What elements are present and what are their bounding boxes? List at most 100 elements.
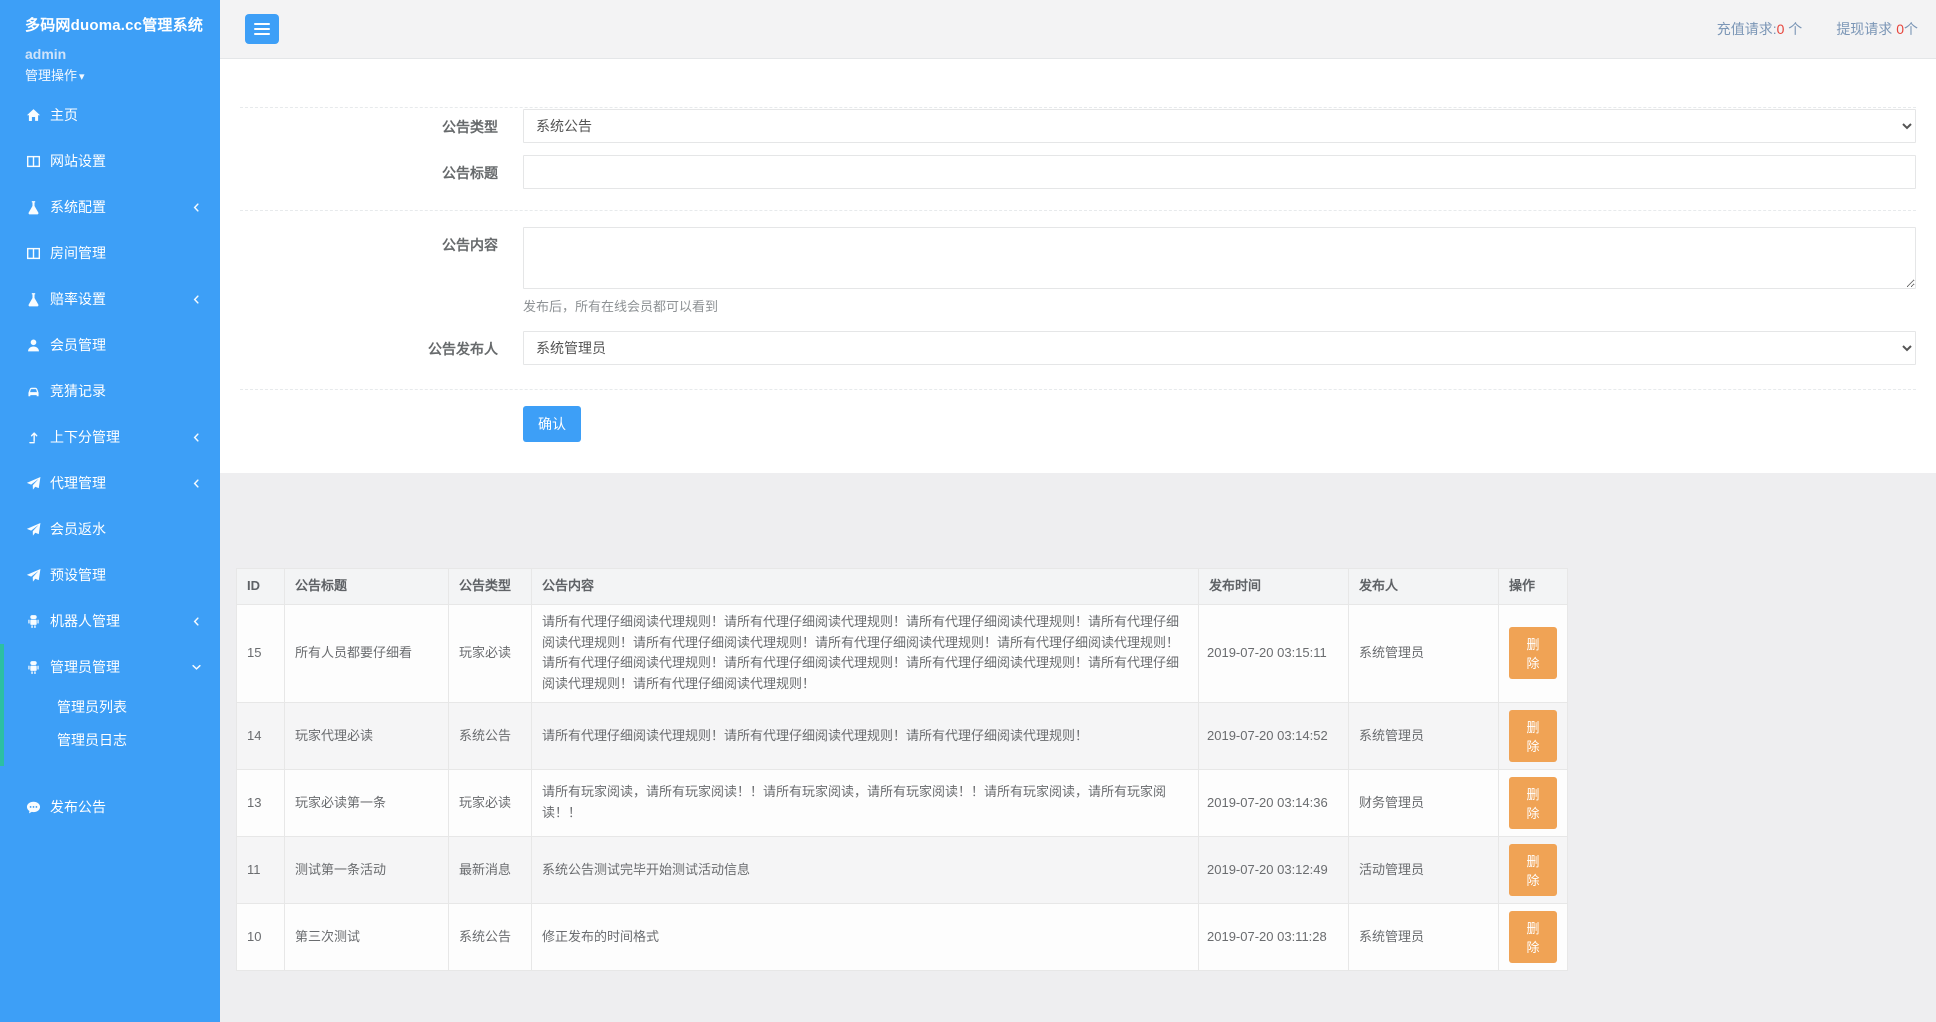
- title-cell: 第三次测试: [285, 903, 449, 970]
- sidebar-subitem-label: 管理员列表: [57, 697, 127, 717]
- sidebar-item-label: 会员管理: [50, 335, 202, 355]
- announcement-publisher-select[interactable]: 系统管理员: [523, 331, 1916, 365]
- car-icon: [26, 384, 41, 399]
- publisher-cell: 财务管理员: [1349, 769, 1499, 836]
- flask-icon: [26, 200, 41, 215]
- nav-group: 发布公告: [0, 784, 220, 830]
- sidebar-item-label: 系统配置: [50, 197, 191, 217]
- sidebar-item[interactable]: 会员返水: [0, 506, 220, 552]
- delete-button[interactable]: 删除: [1509, 911, 1557, 963]
- topbar: 充值请求:0 个 提现请求 0个: [220, 0, 1936, 59]
- delete-button[interactable]: 删除: [1509, 710, 1557, 762]
- sidebar-item-label: 网站设置: [50, 151, 202, 171]
- sidebar-item[interactable]: 会员管理: [0, 322, 220, 368]
- nav-group: 代理管理: [0, 460, 220, 506]
- table-row: 14玩家代理必读系统公告请所有代理仔细阅读代理规则！请所有代理仔细阅读代理规则！…: [237, 702, 1568, 769]
- flask-icon: [26, 292, 41, 307]
- columns-icon: [26, 154, 41, 169]
- announcement-type-select[interactable]: 系统公告: [523, 109, 1916, 143]
- chevron-left-icon: [191, 294, 202, 305]
- paper-plane-icon: [26, 568, 41, 583]
- chevron-left-icon: [191, 432, 202, 443]
- hamburger-icon: [254, 23, 270, 25]
- sidebar-nav: 主页网站设置系统配置房间管理赔率设置会员管理竞猜记录上下分管理代理管理会员返水预…: [0, 92, 220, 830]
- sidebar-item[interactable]: 管理员管理: [0, 644, 220, 690]
- sidebar-item[interactable]: 系统配置: [0, 184, 220, 230]
- content-cell: 系统公告测试完毕开始测试活动信息: [532, 836, 1199, 903]
- deposit-requests-link[interactable]: 充值请求:0 个: [1717, 19, 1803, 39]
- content-cell: 请所有玩家阅读，请所有玩家阅读！！请所有玩家阅读，请所有玩家阅读！！请所有玩家阅…: [532, 769, 1199, 836]
- nav-group: 系统配置: [0, 184, 220, 230]
- publish-time-cell: 2019-07-20 03:15:11: [1199, 604, 1349, 702]
- level-up-icon: [26, 430, 41, 445]
- sidebar-item-label: 预设管理: [50, 565, 202, 585]
- divider-dashed: [240, 389, 1916, 390]
- active-indicator-bar: [0, 644, 4, 766]
- announcement-content-textarea[interactable]: [523, 227, 1916, 289]
- announcement-title-input[interactable]: [523, 155, 1916, 189]
- nav-group: 上下分管理: [0, 414, 220, 460]
- nav-group: 主页: [0, 92, 220, 138]
- id-cell: 13: [237, 769, 285, 836]
- sidebar-item[interactable]: 机器人管理: [0, 598, 220, 644]
- actions-cell: 删除: [1499, 702, 1568, 769]
- caret-down-icon: ▾: [79, 71, 85, 83]
- delete-button[interactable]: 删除: [1509, 844, 1557, 896]
- sidebar-subitem[interactable]: 管理员列表: [0, 690, 220, 723]
- type-cell: 系统公告: [449, 702, 532, 769]
- sidebar-toggle-button[interactable]: [245, 14, 279, 44]
- type-cell: 玩家必读: [449, 769, 532, 836]
- confirm-button[interactable]: 确认: [523, 406, 581, 442]
- title-cell: 所有人员都要仔细看: [285, 604, 449, 702]
- user-icon: [26, 338, 41, 353]
- app-root: 多码网duoma.cc管理系统 admin 管理操作▾ 主页网站设置系统配置房间…: [0, 0, 1936, 1022]
- withdraw-requests-link[interactable]: 提现请求 0个: [1836, 19, 1918, 39]
- sidebar-item[interactable]: 上下分管理: [0, 414, 220, 460]
- nav-group: 机器人管理: [0, 598, 220, 644]
- sidebar-subitem[interactable]: 管理员日志: [0, 723, 220, 756]
- sidebar-item[interactable]: 主页: [0, 92, 220, 138]
- title-cell: 玩家必读第一条: [285, 769, 449, 836]
- home-icon: [26, 108, 41, 123]
- table-row: 15所有人员都要仔细看玩家必读请所有代理仔细阅读代理规则！请所有代理仔细阅读代理…: [237, 604, 1568, 702]
- user-name: admin: [25, 46, 204, 62]
- sidebar-item[interactable]: 网站设置: [0, 138, 220, 184]
- sidebar-item-label: 发布公告: [50, 797, 202, 817]
- sidebar-item[interactable]: 代理管理: [0, 460, 220, 506]
- sidebar-item-label: 管理员管理: [50, 657, 191, 677]
- chevron-left-icon: [191, 616, 202, 627]
- nav-group: 赔率设置: [0, 276, 220, 322]
- column-header: 发布人: [1349, 569, 1499, 605]
- column-header: ID: [237, 569, 285, 605]
- comment-icon: [26, 800, 41, 815]
- sidebar-item[interactable]: 竞猜记录: [0, 368, 220, 414]
- delete-button[interactable]: 删除: [1509, 627, 1557, 679]
- sidebar-item[interactable]: 房间管理: [0, 230, 220, 276]
- robot-icon: [26, 614, 41, 629]
- sidebar-item[interactable]: 发布公告: [0, 784, 220, 830]
- sidebar-item-label: 会员返水: [50, 519, 202, 539]
- sidebar-item[interactable]: 预设管理: [0, 552, 220, 598]
- publish-time-cell: 2019-07-20 03:11:28: [1199, 903, 1349, 970]
- deposit-suffix: 个: [1784, 21, 1802, 37]
- user-menu-dropdown[interactable]: 管理操作▾: [25, 65, 204, 84]
- sidebar-item-label: 赔率设置: [50, 289, 191, 309]
- sidebar-item-label: 机器人管理: [50, 611, 191, 631]
- robot-icon: [26, 660, 41, 675]
- publisher-cell: 系统管理员: [1349, 702, 1499, 769]
- nav-group: 预设管理: [0, 552, 220, 598]
- nav-group: 竞猜记录: [0, 368, 220, 414]
- sidebar-item-label: 房间管理: [50, 243, 202, 263]
- sidebar-item[interactable]: 赔率设置: [0, 276, 220, 322]
- column-header: 发布时间: [1199, 569, 1349, 605]
- withdraw-label: 提现请求: [1836, 21, 1896, 37]
- nav-group: 会员管理: [0, 322, 220, 368]
- brand-title: 多码网duoma.cc管理系统: [25, 14, 204, 35]
- actions-cell: 删除: [1499, 836, 1568, 903]
- delete-button[interactable]: 删除: [1509, 777, 1557, 829]
- announcement-table-section: ID公告标题公告类型公告内容发布时间发布人操作 15所有人员都要仔细看玩家必读请…: [220, 473, 1936, 1022]
- sidebar-item-label: 主页: [50, 105, 202, 125]
- chevron-down-icon: [191, 662, 202, 673]
- title-cell: 测试第一条活动: [285, 836, 449, 903]
- id-cell: 14: [237, 702, 285, 769]
